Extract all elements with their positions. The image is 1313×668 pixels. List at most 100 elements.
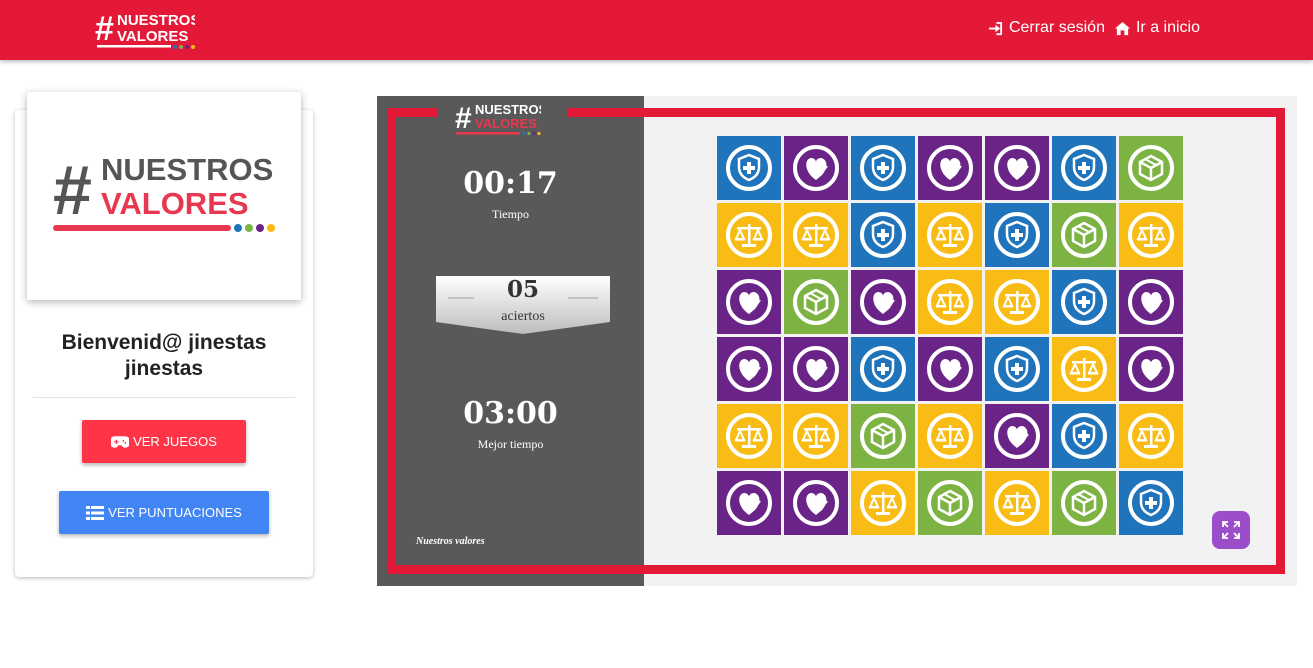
welcome-line1: Bienvenid@ jinestas [61, 331, 267, 354]
card-tile-heart[interactable] [1119, 270, 1183, 334]
brand-line1: NUESTROS [117, 12, 195, 29]
card-tile-heart[interactable] [784, 471, 848, 535]
elapsed-time: 00:17 [463, 166, 558, 201]
shield-icon [726, 145, 772, 191]
card-tile-scale[interactable] [985, 471, 1049, 535]
card-tile-heart[interactable] [985, 404, 1049, 468]
cube-icon [1061, 212, 1107, 258]
card-tile-heart[interactable] [784, 337, 848, 401]
scale-icon [860, 480, 906, 526]
card-tile-scale[interactable] [784, 404, 848, 468]
card-tile-scale[interactable] [717, 404, 781, 468]
logo-line1: NUESTROS [101, 152, 273, 187]
card-tile-shield[interactable] [1119, 471, 1183, 535]
logout-link[interactable]: Cerrar sesión [988, 19, 1105, 37]
scale-icon [927, 212, 973, 258]
scale-icon [1128, 212, 1174, 258]
logo-card: # NUESTROS VALORES [27, 92, 301, 300]
best-time: 03:00 [463, 396, 558, 431]
view-scores-label: VER PUNTUACIONES [108, 505, 242, 520]
heart-icon [1128, 346, 1174, 392]
card-tile-heart[interactable] [918, 136, 982, 200]
card-tile-scale[interactable] [1119, 404, 1183, 468]
card-tile-scale[interactable] [918, 203, 982, 267]
card-tile-heart[interactable] [985, 136, 1049, 200]
brand-line2: VALORES [117, 28, 188, 45]
top-nav: Cerrar sesión Ir a inicio [988, 19, 1200, 37]
card-tile-scale[interactable] [717, 203, 781, 267]
shield-icon [994, 346, 1040, 392]
logo-line2: VALORES [101, 186, 249, 221]
card-tile-heart[interactable] [784, 136, 848, 200]
hits-label: aciertos [501, 309, 545, 324]
card-tile-shield[interactable] [851, 203, 915, 267]
cube-icon [1128, 145, 1174, 191]
divider [33, 397, 295, 398]
heart-icon [860, 279, 906, 325]
mini-logo-line2: VALORES [475, 116, 537, 131]
card-tile-shield[interactable] [985, 337, 1049, 401]
scale-icon [1128, 413, 1174, 459]
card-tile-scale[interactable] [784, 203, 848, 267]
card-tile-scale[interactable] [851, 471, 915, 535]
cube-icon [927, 480, 973, 526]
heart-icon [793, 480, 839, 526]
card-tile-heart[interactable] [717, 337, 781, 401]
scale-icon [793, 212, 839, 258]
game-logo: # NUESTROS VALORES [455, 102, 541, 136]
welcome-line2: jinestas [124, 357, 204, 380]
heart-icon [994, 413, 1040, 459]
mini-logo-hash: # [455, 102, 472, 135]
card-tile-shield[interactable] [1052, 404, 1116, 468]
shield-icon [860, 346, 906, 392]
card-tile-scale[interactable] [1119, 203, 1183, 267]
card-tile-cube[interactable] [1052, 471, 1116, 535]
home-label: Ir a inicio [1135, 19, 1200, 36]
card-tile-cube[interactable] [851, 404, 915, 468]
logout-label: Cerrar sesión [1008, 19, 1105, 36]
elapsed-time-label: Tiempo [492, 207, 529, 221]
card-tile-shield[interactable] [851, 136, 915, 200]
view-games-label: VER JUEGOS [133, 434, 217, 449]
scale-icon [994, 480, 1040, 526]
heart-icon [726, 346, 772, 392]
card-tile-heart[interactable] [851, 270, 915, 334]
card-tile-cube[interactable] [784, 270, 848, 334]
card-tile-scale[interactable] [918, 404, 982, 468]
card-tile-scale[interactable] [985, 270, 1049, 334]
cube-icon [860, 413, 906, 459]
heart-icon [793, 346, 839, 392]
gamepad-icon [111, 435, 130, 448]
card-tile-shield[interactable] [851, 337, 915, 401]
cube-icon [793, 279, 839, 325]
scale-icon [994, 279, 1040, 325]
card-tile-scale[interactable] [1052, 337, 1116, 401]
cube-icon [1061, 480, 1107, 526]
card-tile-shield[interactable] [717, 136, 781, 200]
card-tile-shield[interactable] [1052, 270, 1116, 334]
card-tile-scale[interactable] [918, 270, 982, 334]
card-tile-heart[interactable] [1119, 337, 1183, 401]
heart-icon [1128, 279, 1174, 325]
shield-icon [1061, 145, 1107, 191]
home-link[interactable]: Ir a inicio [1114, 19, 1200, 37]
memory-game: # NUESTROS VALORES 00:17 Tiempo 05 acier… [377, 96, 1297, 586]
view-games-button[interactable]: VER JUEGOS [82, 420, 246, 463]
card-tile-heart[interactable] [717, 270, 781, 334]
card-tile-heart[interactable] [717, 471, 781, 535]
card-tile-shield[interactable] [1052, 136, 1116, 200]
card-tile-cube[interactable] [1052, 203, 1116, 267]
heart-icon [994, 145, 1040, 191]
view-scores-button[interactable]: VER PUNTUACIONES [59, 491, 269, 534]
fullscreen-button[interactable] [1212, 511, 1250, 549]
top-navbar: # NUESTROS VALORES Cerrar sesión Ir a in… [0, 0, 1313, 60]
heart-icon [726, 480, 772, 526]
card-tile-heart[interactable] [918, 337, 982, 401]
card-tile-cube[interactable] [1119, 136, 1183, 200]
brand-logo[interactable]: # NUESTROS VALORES [95, 10, 195, 52]
card-tile-shield[interactable] [985, 203, 1049, 267]
shield-icon [1128, 480, 1174, 526]
welcome-message: Bienvenid@ jinestas jinestas [15, 330, 313, 382]
card-tile-cube[interactable] [918, 471, 982, 535]
heart-icon [927, 346, 973, 392]
